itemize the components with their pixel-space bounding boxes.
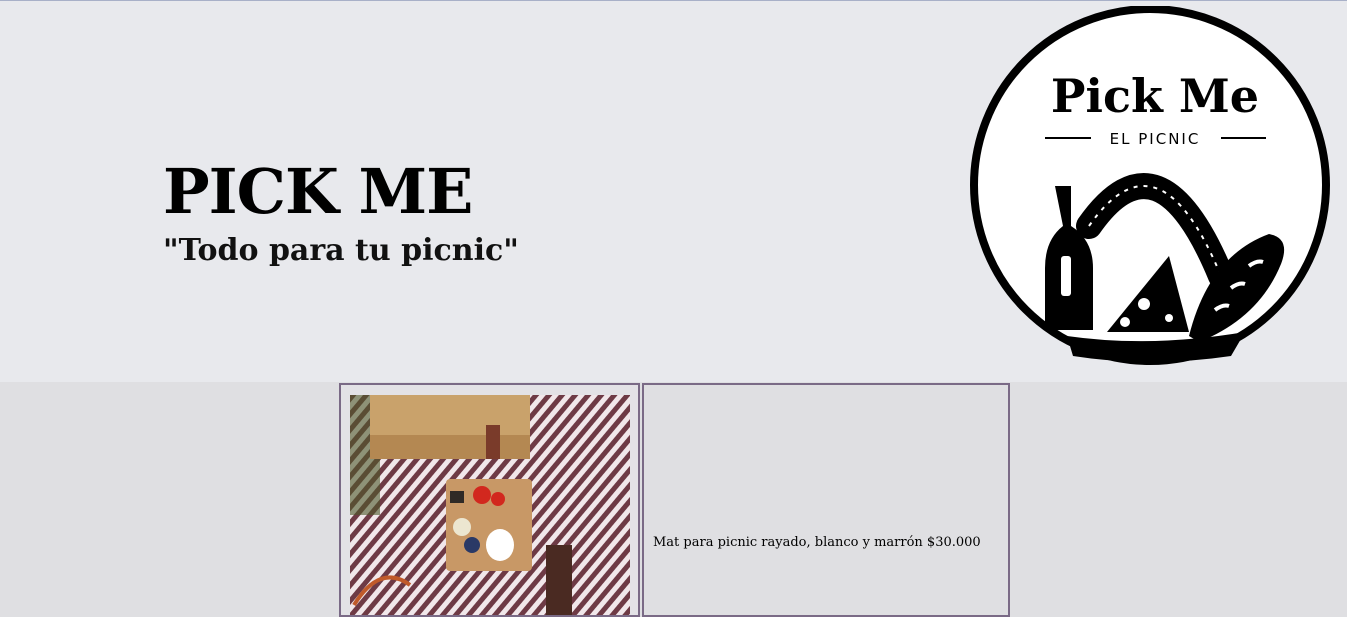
site-header: PICK ME "Todo para tu picnic" Pick Me EL… (0, 1, 1347, 382)
product-image-cell (339, 383, 640, 617)
logo-graphic: Pick Me EL PICNIC (970, 6, 1330, 365)
product-description-cell: Mat para picnic rayado, blanco y marrón … (642, 383, 1010, 617)
picnic-mat-image (350, 395, 630, 615)
page-tagline: "Todo para tu picnic" (163, 233, 519, 268)
product-description: Mat para picnic rayado, blanco y marrón … (653, 535, 981, 550)
logo-subtitle: EL PICNIC (1110, 130, 1201, 148)
page-title: PICK ME (163, 155, 473, 228)
striped-picnic-mat-photo[interactable] (350, 395, 630, 615)
brand-logo[interactable]: Pick Me EL PICNIC (969, 6, 1331, 368)
logo-wordmark: Pick Me (1051, 69, 1259, 123)
